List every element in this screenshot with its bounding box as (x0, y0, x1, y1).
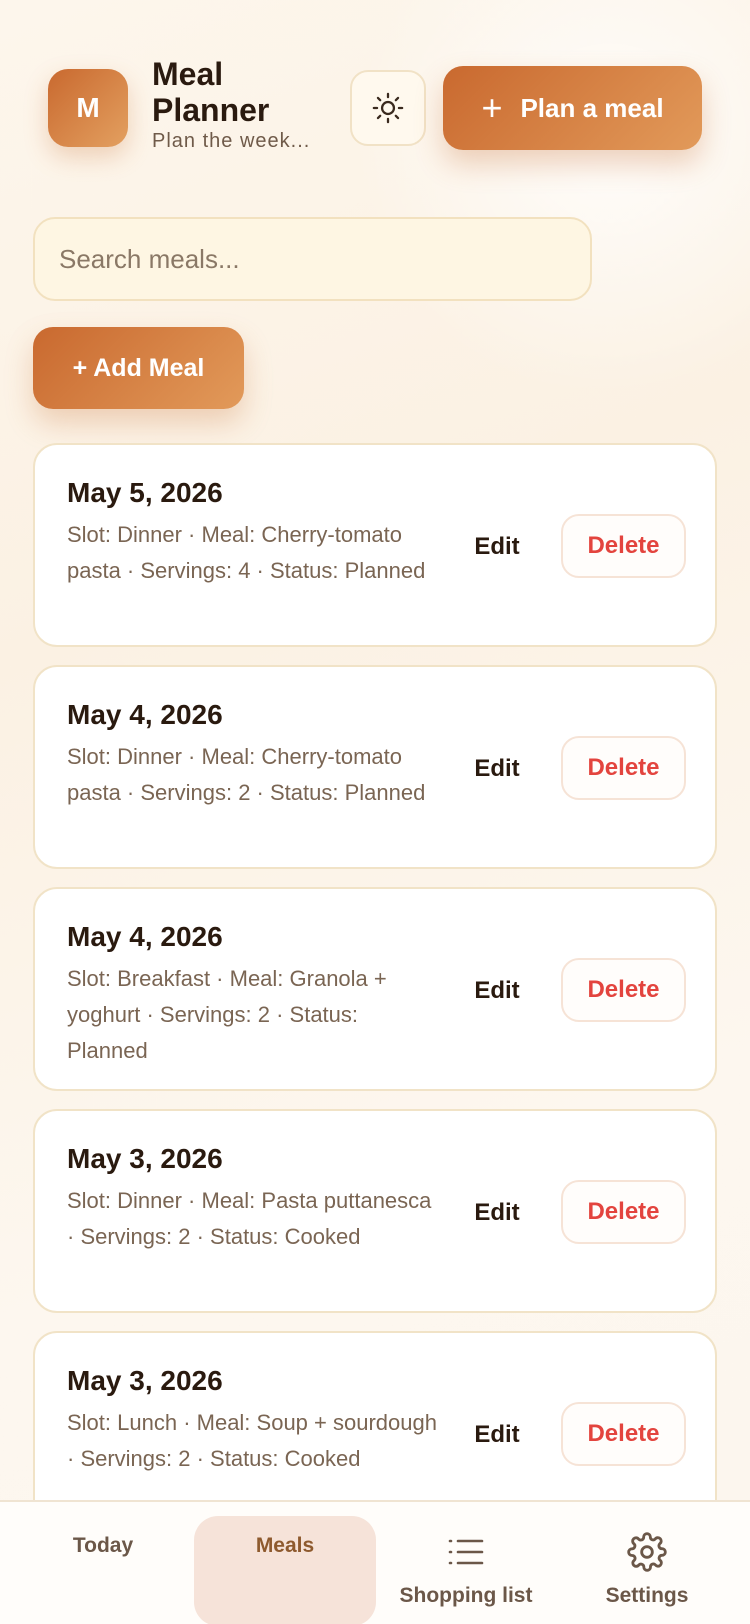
app-header: M Meal Planner Plan the week... + Plan a… (0, 0, 750, 200)
nav-today-label: Today (72, 1534, 134, 1557)
add-meal-button[interactable]: + Add Meal (33, 327, 244, 409)
meal-date: May 5, 2026 (67, 477, 223, 508)
meal-details: Slot: Dinner · Meal: Pasta puttanesca · … (67, 1188, 432, 1249)
app-title: Meal Planner (152, 56, 270, 128)
plus-icon: + (481, 87, 503, 128)
meal-date: May 3, 2026 (67, 1143, 223, 1174)
nav-meals-label: Meals (255, 1534, 315, 1557)
nav-settings[interactable]: Settings (556, 1502, 738, 1624)
theme-toggle-button[interactable] (350, 70, 426, 146)
meal-details: Slot: Lunch · Meal: Soup + sourdough · S… (67, 1410, 437, 1471)
meal-details: Slot: Breakfast · Meal: Granola + yoghur… (67, 966, 387, 1063)
meal-card: May 5, 2026 Slot: Dinner · Meal: Cherry-… (33, 443, 717, 647)
meal-details: Slot: Dinner · Meal: Cherry-tomato pasta… (67, 522, 426, 583)
delete-button[interactable]: Delete (561, 736, 686, 800)
plan-meal-button[interactable]: + Plan a meal (443, 66, 702, 150)
edit-button[interactable]: Edit (460, 737, 534, 801)
delete-button[interactable]: Delete (561, 958, 686, 1022)
nav-shopping-list-label: Shopping list (399, 1584, 533, 1607)
edit-button[interactable]: Edit (460, 1181, 534, 1245)
meal-date: May 3, 2026 (67, 1365, 223, 1396)
meal-details: Slot: Dinner · Meal: Cherry-tomato pasta… (67, 744, 426, 805)
delete-button[interactable]: Delete (561, 514, 686, 578)
search-input[interactable] (33, 217, 592, 301)
meal-card: May 3, 2026 Slot: Dinner · Meal: Pasta p… (33, 1109, 717, 1313)
list-icon (448, 1539, 484, 1565)
edit-button[interactable]: Edit (460, 959, 534, 1023)
app-subtitle: Plan the week... (152, 130, 311, 152)
app-avatar: M (48, 69, 128, 147)
delete-button[interactable]: Delete (561, 1180, 686, 1244)
meal-date: May 4, 2026 (67, 921, 223, 952)
meal-date: May 4, 2026 (67, 699, 223, 730)
delete-button[interactable]: Delete (561, 1402, 686, 1466)
sun-icon (372, 92, 404, 124)
edit-button[interactable]: Edit (460, 515, 534, 579)
meal-card: May 4, 2026 Slot: Breakfast · Meal: Gran… (33, 887, 717, 1091)
nav-meals[interactable]: Meals (194, 1516, 376, 1624)
plan-meal-label: Plan a meal (520, 92, 664, 123)
bottom-nav: Today Meals Shopping list Settings (0, 1500, 750, 1624)
meal-card: May 4, 2026 Slot: Dinner · Meal: Cherry-… (33, 665, 717, 869)
nav-shopping-list[interactable]: Shopping list (375, 1502, 557, 1624)
gear-icon (627, 1532, 667, 1572)
nav-today[interactable]: Today (12, 1502, 194, 1624)
edit-button[interactable]: Edit (460, 1403, 534, 1467)
nav-settings-label: Settings (605, 1584, 689, 1607)
